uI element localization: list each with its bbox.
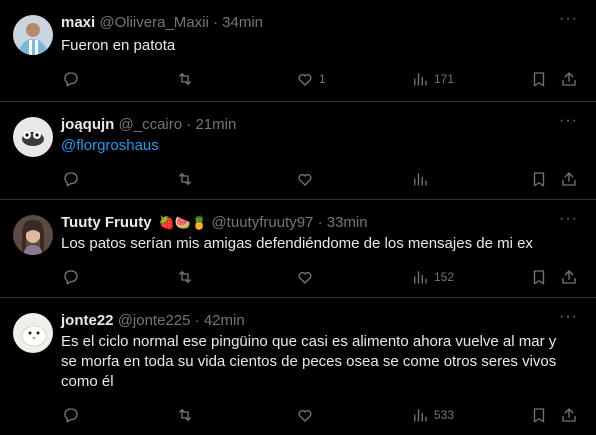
bookmark-button[interactable] (530, 69, 548, 89)
display-name[interactable]: joąqujn (61, 116, 114, 133)
share-button[interactable] (560, 169, 578, 189)
tweet-actions: 1 171 (0, 69, 596, 89)
retweet-icon (179, 73, 191, 85)
user-handle[interactable]: @_ccairo (119, 116, 183, 133)
retweet-icon (179, 173, 191, 185)
share-button[interactable] (560, 267, 578, 287)
share-icon (562, 408, 576, 422)
like-button[interactable] (296, 405, 314, 425)
views-button[interactable]: 533 (411, 405, 454, 425)
share-button[interactable] (560, 405, 578, 425)
tweet-header: maxi @Oliivera_Maxii · 34min (61, 13, 263, 33)
dot-separator: · (186, 116, 192, 133)
retweet-button[interactable] (176, 267, 194, 287)
view-count: 533 (434, 408, 455, 422)
more-options-button[interactable]: ··· (559, 308, 578, 326)
heart-icon (298, 173, 312, 186)
view-count: 171 (434, 72, 455, 86)
more-options-button[interactable]: ··· (559, 112, 578, 130)
avatar[interactable] (13, 117, 53, 157)
reply-button[interactable] (62, 169, 80, 189)
tweet[interactable]: jonte22 @jonte225 · 42min ··· Es el cicl… (0, 298, 596, 435)
like-button[interactable]: 1 (296, 69, 326, 89)
retweet-button[interactable] (176, 405, 194, 425)
bookmark-icon (533, 270, 545, 285)
reply-icon (64, 172, 78, 187)
bookmark-button[interactable] (530, 267, 548, 287)
analytics-icon (414, 271, 427, 284)
timestamp[interactable]: 33min (327, 214, 368, 231)
bookmark-icon (533, 72, 545, 87)
share-icon (562, 172, 576, 186)
like-button[interactable] (296, 267, 314, 287)
share-button[interactable] (560, 69, 578, 89)
heart-icon (298, 73, 312, 86)
retweet-icon (179, 271, 191, 283)
tweet-text: Es el ciclo normal ese pingüino que casi… (61, 333, 557, 390)
dot-separator: · (212, 14, 218, 31)
analytics-icon (414, 409, 427, 422)
analytics-icon (414, 73, 427, 86)
view-count: 152 (434, 270, 455, 284)
reply-button[interactable] (62, 69, 80, 89)
tweet-header: joąqujn @_ccairo · 21min (61, 115, 236, 135)
bookmark-icon (533, 408, 545, 423)
bookmark-button[interactable] (530, 405, 548, 425)
views-button[interactable]: 152 (411, 267, 454, 287)
tweet-actions: 533 (0, 405, 596, 425)
bookmark-icon (533, 172, 545, 187)
display-name[interactable]: maxi (61, 14, 95, 31)
display-name[interactable]: jonte22 (61, 312, 114, 329)
tweet-actions: 152 (0, 267, 596, 287)
retweet-button[interactable] (176, 169, 194, 189)
reply-icon (64, 270, 78, 285)
user-handle[interactable]: @tuutyfruuty97 (211, 214, 313, 231)
timestamp[interactable]: 34min (222, 14, 263, 31)
dot-separator: · (194, 312, 200, 329)
reply-button[interactable] (62, 405, 80, 425)
heart-icon (298, 271, 312, 284)
retweet-icon (179, 409, 191, 421)
tweet[interactable]: Tuuty Fruuty 🍓🍉🍍 @tuutyfruuty97 · 33min … (0, 200, 596, 298)
retweet-button[interactable] (176, 69, 194, 89)
tweet-header: Tuuty Fruuty 🍓🍉🍍 @tuutyfruuty97 · 33min (61, 213, 368, 233)
tweet[interactable]: maxi @Oliivera_Maxii · 34min ··· Fueron … (0, 0, 596, 102)
like-button[interactable] (296, 169, 314, 189)
reply-icon (64, 408, 78, 423)
tweet-header: jonte22 @jonte225 · 42min (61, 311, 245, 331)
reply-icon (64, 72, 78, 87)
heart-icon (298, 409, 312, 422)
dot-separator: · (317, 214, 323, 231)
user-handle[interactable]: @Oliivera_Maxii (99, 14, 208, 31)
timestamp[interactable]: 42min (204, 312, 245, 329)
avatar[interactable] (13, 313, 53, 353)
display-name[interactable]: Tuuty Fruuty (61, 214, 152, 231)
views-button[interactable]: 171 (411, 69, 454, 89)
tweet-text: Los patos serían mis amigas defendiéndom… (61, 235, 533, 252)
reply-button[interactable] (62, 267, 80, 287)
share-icon (562, 72, 576, 86)
user-handle[interactable]: @jonte225 (118, 312, 191, 329)
analytics-icon (414, 173, 427, 186)
more-options-button[interactable]: ··· (559, 210, 578, 228)
avatar[interactable] (13, 15, 53, 55)
timeline-feed: maxi @Oliivera_Maxii · 34min ··· Fueron … (0, 0, 596, 435)
bookmark-button[interactable] (530, 169, 548, 189)
avatar[interactable] (13, 215, 53, 255)
mention-link[interactable]: @florgroshaus (61, 136, 581, 156)
fruit-emojis: 🍓🍉🍍 (158, 215, 208, 230)
more-options-button[interactable]: ··· (559, 10, 578, 28)
views-button[interactable] (411, 169, 429, 189)
share-icon (562, 270, 576, 284)
like-count: 1 (319, 72, 326, 86)
tweet-text: Fueron en patota (61, 37, 176, 54)
timestamp[interactable]: 21min (195, 116, 236, 133)
tweet-actions (0, 169, 596, 189)
tweet[interactable]: joąqujn @_ccairo · 21min ··· @florgrosha… (0, 102, 596, 200)
